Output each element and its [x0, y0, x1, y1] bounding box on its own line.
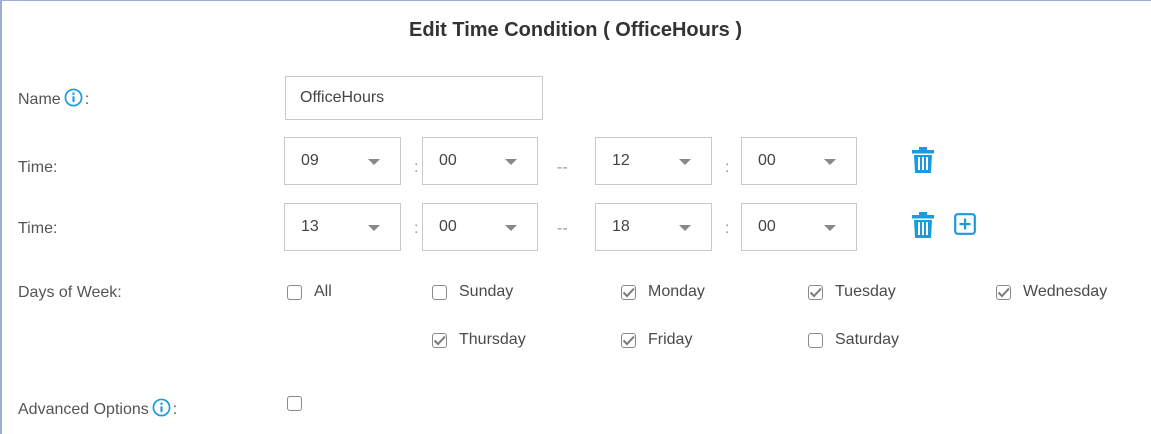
end-hour-value: 18	[612, 218, 630, 235]
name-label-text: Name	[18, 91, 61, 108]
start-minute-value: 00	[439, 152, 457, 169]
checkbox-box	[808, 284, 823, 300]
end-hour-value: 12	[612, 152, 630, 169]
form-panel	[0, 0, 1151, 434]
chevron-down-icon	[824, 225, 836, 231]
time-label: Time:	[18, 220, 58, 237]
check-icon	[809, 287, 822, 297]
time-separator: :	[414, 220, 419, 237]
advanced-options-label-text: Advanced Options	[18, 401, 149, 418]
checkbox-friday[interactable]: Friday	[621, 331, 692, 349]
name-label-colon: :	[84, 91, 90, 108]
time-label: Time:	[18, 159, 58, 176]
check-icon	[622, 287, 635, 297]
end-minute-select[interactable]: 00	[741, 137, 857, 185]
checkbox-wednesday[interactable]: Wednesday	[996, 283, 1107, 301]
chevron-down-icon	[824, 159, 836, 165]
chevron-down-icon	[368, 225, 380, 231]
trash-icon[interactable]	[912, 212, 934, 243]
time-separator: :	[414, 159, 419, 176]
start-hour-value: 13	[301, 218, 319, 235]
checkbox-tuesday-label: Tuesday	[835, 283, 896, 300]
start-minute-select[interactable]: 00	[422, 203, 538, 251]
check-icon	[433, 335, 446, 345]
start-hour-select[interactable]: 13	[284, 203, 401, 251]
checkbox-box	[432, 284, 447, 300]
chevron-down-icon	[505, 225, 517, 231]
checkbox-wednesday-label: Wednesday	[1023, 283, 1108, 300]
check-icon	[997, 287, 1010, 297]
checkbox-monday[interactable]: Monday	[621, 283, 705, 301]
checkbox-monday-label: Monday	[648, 283, 705, 300]
checkbox-saturday[interactable]: Saturday	[808, 331, 899, 349]
info-icon[interactable]	[152, 398, 171, 422]
advanced-options-checkbox[interactable]	[287, 396, 314, 411]
advanced-options-label: Advanced Options :	[18, 398, 177, 422]
end-minute-value: 00	[758, 152, 776, 169]
end-minute-value: 00	[758, 218, 776, 235]
checkbox-box	[287, 396, 302, 411]
checkbox-thursday-label: Thursday	[459, 331, 526, 348]
checkbox-sunday-label: Sunday	[459, 283, 514, 300]
checkbox-thursday[interactable]: Thursday	[432, 331, 526, 349]
checkbox-box	[287, 284, 302, 300]
check-icon	[622, 335, 635, 345]
checkbox-box	[621, 284, 636, 300]
name-label: Name :	[18, 88, 89, 112]
checkbox-box	[432, 332, 447, 348]
checkbox-box	[808, 332, 823, 348]
checkbox-all-label: All	[314, 283, 332, 300]
chevron-down-icon	[368, 159, 380, 165]
range-separator: --	[557, 159, 568, 176]
page-title: Edit Time Condition ( OfficeHours )	[409, 19, 742, 41]
end-minute-select[interactable]: 00	[741, 203, 857, 251]
days-of-week-label: Days of Week:	[18, 284, 122, 301]
time-separator: :	[725, 159, 730, 176]
info-icon[interactable]	[64, 88, 83, 112]
checkbox-saturday-label: Saturday	[835, 331, 900, 348]
start-minute-select[interactable]: 00	[422, 137, 538, 185]
checkbox-friday-label: Friday	[648, 331, 693, 348]
end-hour-select[interactable]: 12	[595, 137, 712, 185]
end-hour-select[interactable]: 18	[595, 203, 712, 251]
chevron-down-icon	[505, 159, 517, 165]
chevron-down-icon	[679, 159, 691, 165]
range-separator: --	[557, 220, 568, 237]
start-hour-value: 09	[301, 152, 319, 169]
checkbox-box	[621, 332, 636, 348]
advanced-options-label-colon: :	[172, 401, 178, 418]
start-minute-value: 00	[439, 218, 457, 235]
chevron-down-icon	[679, 225, 691, 231]
trash-icon[interactable]	[912, 147, 934, 178]
time-separator: :	[725, 220, 730, 237]
start-hour-select[interactable]: 09	[284, 137, 401, 185]
checkbox-tuesday[interactable]: Tuesday	[808, 283, 896, 301]
checkbox-box	[996, 284, 1011, 300]
checkbox-all[interactable]: All	[287, 283, 332, 301]
plus-square-icon[interactable]	[954, 213, 976, 240]
name-field[interactable]	[285, 76, 543, 120]
checkbox-sunday[interactable]: Sunday	[432, 283, 513, 301]
